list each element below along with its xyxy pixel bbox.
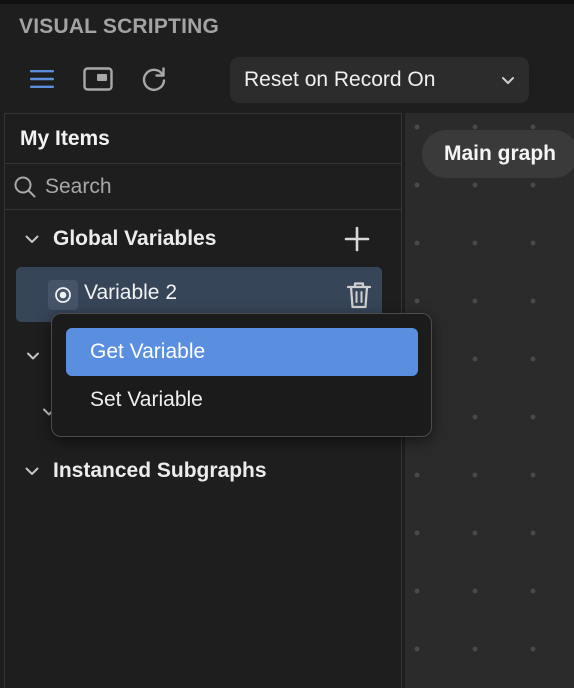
- reset-mode-dropdown[interactable]: Reset on Record On: [230, 57, 529, 103]
- list-icon[interactable]: [27, 64, 57, 94]
- dropdown-selected-value: Reset on Record On: [244, 68, 436, 91]
- menu-item-get-variable[interactable]: Get Variable: [66, 328, 418, 376]
- tab-main-graph[interactable]: Main graph: [422, 130, 574, 178]
- refresh-icon[interactable]: [139, 64, 169, 94]
- window-top-edge: [0, 0, 574, 4]
- group-label: Global Variables: [53, 227, 217, 250]
- chevron-down-icon: [25, 235, 39, 243]
- group-instanced-subgraphs[interactable]: Instanced Subgraphs: [23, 456, 267, 486]
- radio-icon: [48, 280, 78, 310]
- trash-icon[interactable]: [345, 280, 373, 310]
- panel-title: VISUAL SCRIPTING: [19, 15, 220, 38]
- chevron-down-icon: [25, 467, 39, 475]
- search-input[interactable]: [45, 172, 385, 202]
- group-label: Instanced Subgraphs: [53, 459, 267, 482]
- chevron-down-icon[interactable]: [25, 348, 41, 364]
- search-icon: [14, 176, 36, 198]
- divider: [5, 209, 401, 210]
- add-variable-button[interactable]: [344, 226, 370, 252]
- picture-in-picture-icon[interactable]: [83, 64, 113, 94]
- context-menu: Get Variable Set Variable: [51, 313, 432, 437]
- chevron-down-icon: [502, 77, 514, 84]
- visual-scripting-panel: VISUAL SCRIPTING Reset on Record On My I…: [0, 0, 574, 688]
- menu-item-set-variable[interactable]: Set Variable: [66, 376, 418, 424]
- divider: [5, 163, 401, 164]
- group-global-variables[interactable]: Global Variables: [23, 224, 216, 254]
- variable-label: Variable 2: [84, 281, 178, 304]
- sidebar-heading: My Items: [20, 127, 110, 150]
